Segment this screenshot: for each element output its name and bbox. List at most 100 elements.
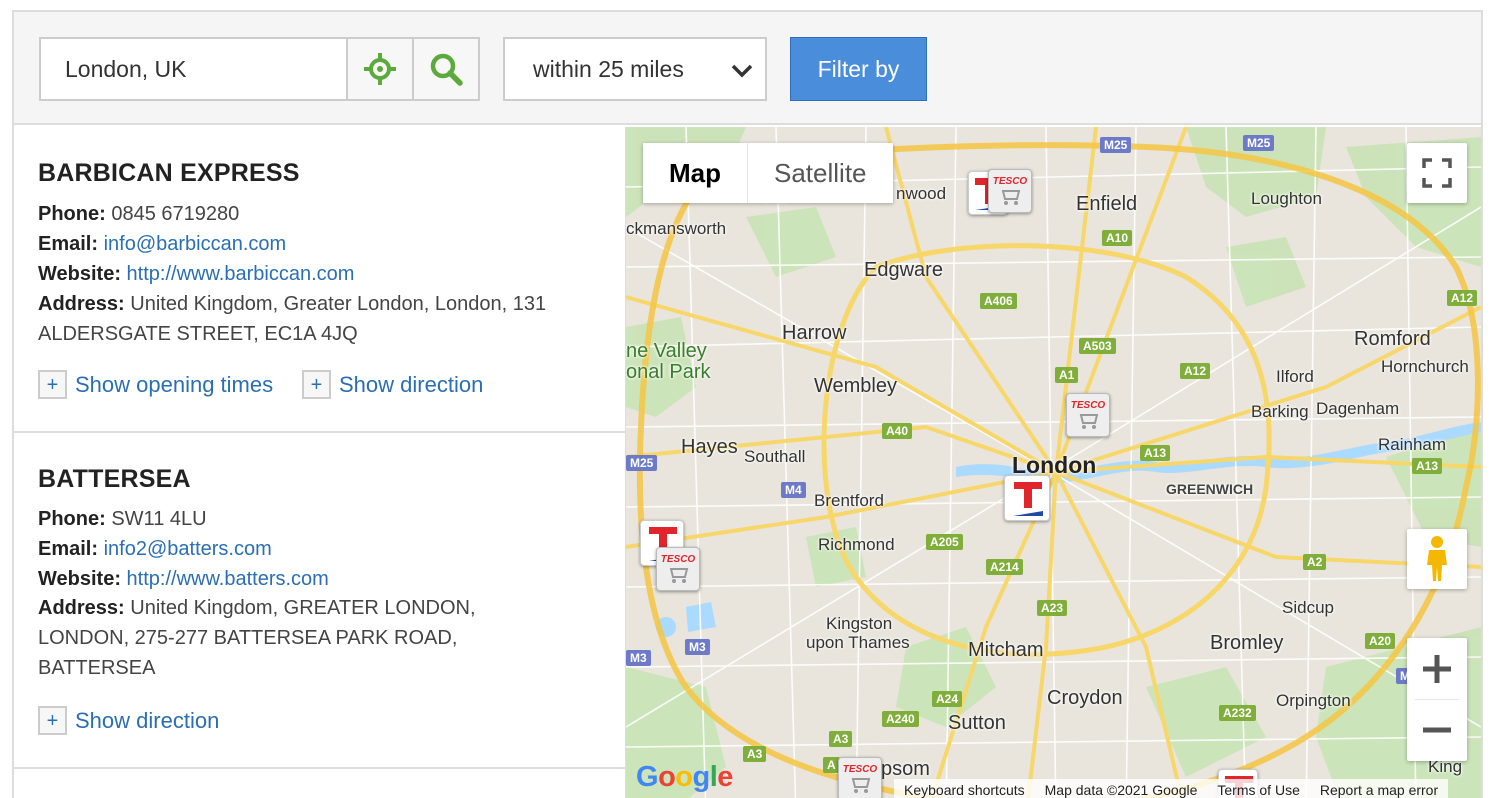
phone-label: Phone: (38, 508, 106, 530)
place-label: Harrow (782, 322, 847, 344)
map-type-map-button[interactable]: Map (643, 143, 747, 203)
phone-value: SW11 4LU (111, 508, 207, 530)
search-box (39, 37, 480, 101)
place-label: upon Thames (806, 633, 910, 652)
filter-by-button[interactable]: Filter by (790, 37, 927, 101)
place-label: Mitcham (968, 639, 1044, 661)
place-label: Enfield (1076, 193, 1138, 215)
map-type-satellite-button[interactable]: Satellite (747, 143, 893, 203)
place-label: Sutton (948, 712, 1006, 734)
place-label: Croydon (1047, 687, 1123, 709)
shopping-cart-icon (669, 568, 689, 583)
place-label: Richmond (818, 535, 895, 554)
tesco-logo: TESCO (842, 764, 878, 775)
report-map-error-link[interactable]: Report a map error (1310, 782, 1448, 798)
road-label: M25 (1100, 137, 1132, 153)
show-direction-label: Show direction (75, 707, 220, 733)
road-label: A205 (926, 534, 963, 550)
road-label: A406 (980, 293, 1017, 309)
terms-of-use-link[interactable]: Terms of Use (1207, 782, 1309, 798)
show-direction-button[interactable]: + Show direction (302, 370, 483, 399)
place-label: Romford (1354, 328, 1431, 350)
store-phone: Phone: SW11 4LU (38, 504, 207, 534)
store-name: BARBICAN EXPRESS (38, 159, 300, 187)
website-link[interactable]: http://www.barbiccan.com (127, 263, 355, 285)
place-label: Kingston (826, 614, 893, 633)
zoom-out-button[interactable] (1407, 699, 1467, 760)
chevron-down-icon (731, 64, 753, 78)
email-link[interactable]: info@barbiccan.com (104, 233, 287, 255)
road-label: A3 (743, 746, 767, 762)
fullscreen-button[interactable] (1407, 143, 1467, 203)
place-label: Wembley (814, 375, 897, 397)
store-item: BARBICAN EXPRESS Phone: 0845 6719280 Ema… (14, 127, 626, 433)
show-direction-button[interactable]: + Show direction (38, 706, 219, 735)
road-label: A13 (1140, 445, 1171, 461)
show-opening-times-button[interactable]: + Show opening times (38, 370, 273, 399)
zoom-in-button[interactable] (1407, 638, 1467, 699)
email-link[interactable]: info2@batters.com (104, 538, 272, 560)
shopping-cart-icon (1001, 190, 1021, 205)
keyboard-shortcuts-link[interactable]: Keyboard shortcuts (894, 782, 1035, 798)
place-label: ne Valley (626, 340, 707, 362)
search-button[interactable] (412, 39, 478, 99)
store-name: BATTERSEA (38, 465, 191, 493)
search-icon (430, 53, 463, 86)
place-label: Hayes (681, 436, 738, 458)
road-label: A3 (829, 731, 853, 747)
tesco-logo: TESCO (1070, 400, 1106, 411)
store-marker[interactable]: TESCO (656, 547, 700, 591)
locate-me-button[interactable] (346, 39, 412, 99)
plus-icon: + (302, 370, 331, 399)
fullscreen-icon (1422, 158, 1452, 188)
shopping-cart-icon (851, 778, 871, 793)
place-label: Ilford (1276, 367, 1314, 386)
plus-icon: + (38, 706, 67, 735)
store-list: BARBICAN EXPRESS Phone: 0845 6719280 Ema… (14, 127, 626, 798)
place-label: GREENWICH (1166, 481, 1254, 497)
email-label: Email: (38, 233, 99, 255)
store-phone: Phone: 0845 6719280 (38, 199, 239, 229)
store-address: Address: United Kingdom, GREATER LONDON,… (38, 593, 538, 683)
street-view-pegman-button[interactable] (1407, 529, 1467, 589)
website-link[interactable]: http://www.batters.com (127, 568, 329, 590)
store-marker[interactable] (1004, 475, 1050, 521)
place-label: ckmansworth (626, 219, 727, 238)
store-marker[interactable]: TESCO (1066, 393, 1110, 437)
store-marker[interactable]: TESCO (988, 169, 1032, 213)
store-email: Email: info@barbiccan.com (38, 229, 286, 259)
place-label: Loughton (1251, 189, 1322, 208)
map-footer: Keyboard shortcuts Map data ©2021 Google… (894, 779, 1449, 798)
zoom-control (1407, 638, 1467, 761)
place-label: Dagenham (1316, 399, 1400, 418)
map-type-control: Map Satellite (643, 143, 893, 203)
map-view[interactable]: ckmansworth nwood Enfield Loughton Edgwa… (626, 127, 1481, 798)
tesco-logo: TESCO (992, 176, 1028, 187)
show-direction-label: Show direction (339, 371, 484, 397)
phone-value: 0845 6719280 (111, 203, 240, 225)
road-label: M25 (626, 455, 658, 471)
show-opening-times-label: Show opening times (75, 371, 274, 397)
search-toolbar: within 25 miles Filter by (14, 12, 1481, 125)
radius-select-value: within 25 miles (533, 55, 684, 82)
website-label: Website: (38, 263, 121, 285)
website-label: Website: (38, 568, 121, 590)
road-label: A24 (932, 691, 963, 707)
road-label: A12 (1180, 363, 1211, 379)
road-label: M3 (685, 639, 710, 655)
zoom-divider (1415, 699, 1459, 700)
store-marker[interactable]: TESCO (838, 757, 882, 798)
tesco-logo: TESCO (660, 554, 696, 565)
place-label: Hornchurch (1381, 357, 1469, 376)
road-label: M25 (1243, 135, 1275, 151)
place-label: Barking (1251, 402, 1309, 421)
crosshair-icon (364, 53, 396, 85)
address-label: Address: (38, 597, 125, 619)
plus-icon: + (38, 370, 67, 399)
radius-select[interactable]: within 25 miles (503, 37, 767, 101)
road-label: A503 (1079, 338, 1116, 354)
road-label: A2 (1303, 554, 1327, 570)
location-search-input[interactable] (41, 39, 346, 99)
road-label: A40 (882, 423, 913, 439)
place-label: Bromley (1210, 632, 1284, 654)
